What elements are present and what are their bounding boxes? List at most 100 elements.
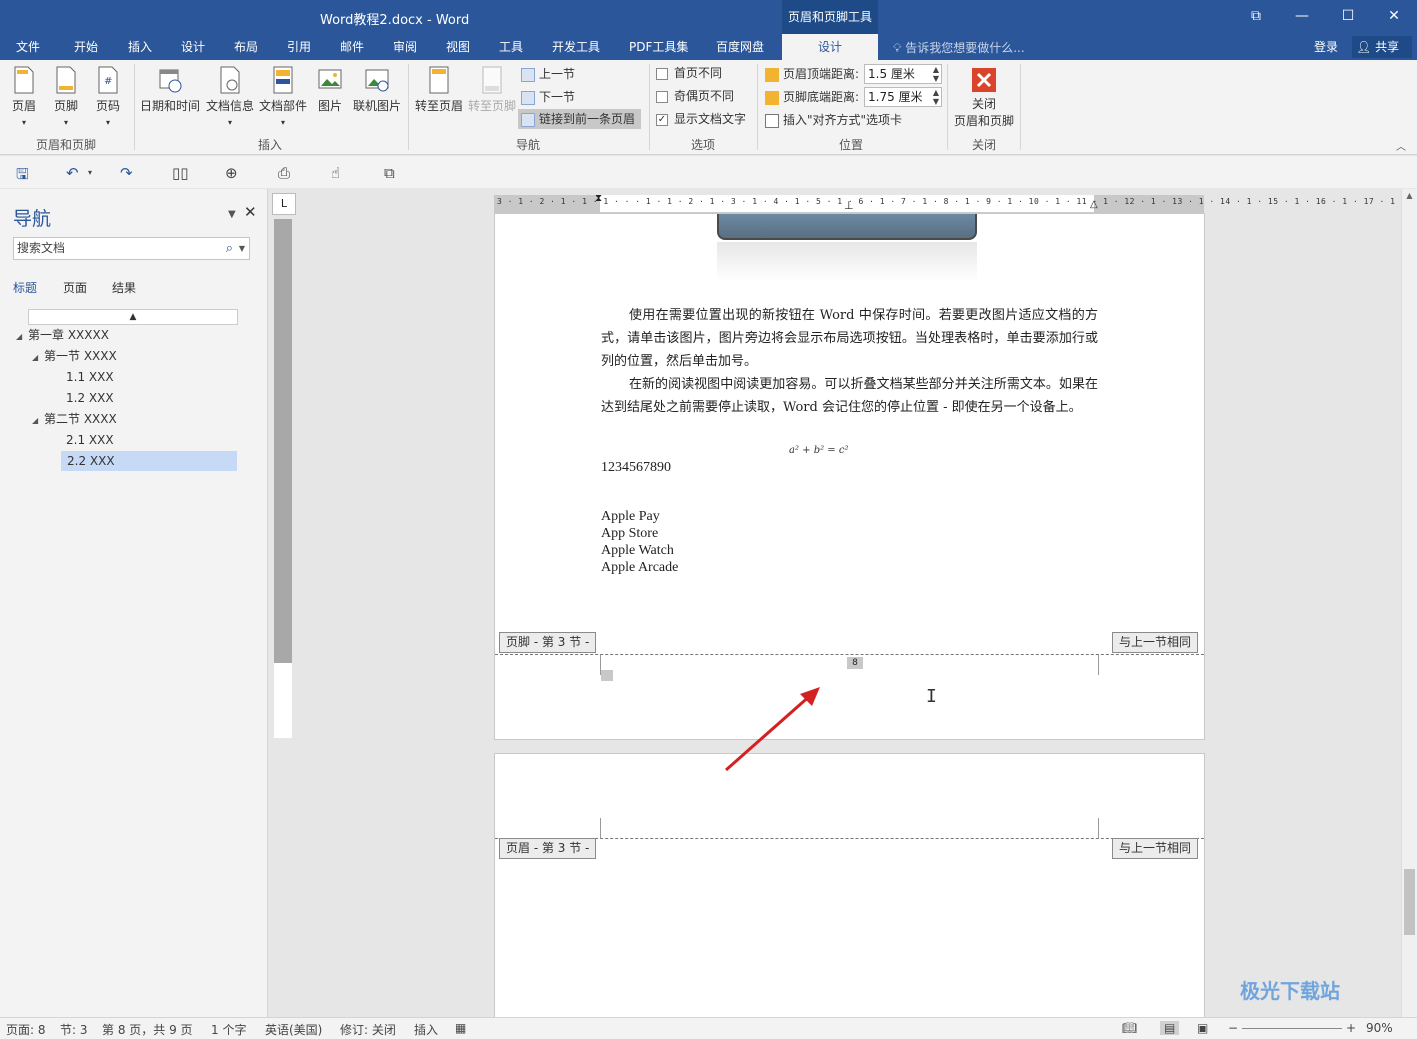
status-section[interactable]: 节: 3 <box>60 1021 88 1038</box>
tree-item-2-2[interactable]: 2.2 XXX <box>61 451 237 471</box>
tab-mailings[interactable]: 邮件 <box>340 38 364 55</box>
close-window-icon[interactable]: ✕ <box>1371 0 1417 34</box>
prev-section-button[interactable]: 上一节 <box>521 64 575 84</box>
save-icon[interactable]: 🖫︎ <box>16 164 29 189</box>
show-doc-text-checkbox[interactable]: ✓ 显示文档文字 <box>656 109 746 129</box>
web-icon[interactable]: ⊕ <box>225 164 238 182</box>
redo-icon[interactable]: ↷ <box>120 164 133 182</box>
next-section-button[interactable]: 下一节 <box>521 87 575 107</box>
zoom-out-icon[interactable]: − <box>1228 1021 1238 1035</box>
undo-icon[interactable]: ↶ <box>66 164 79 182</box>
docparts-button[interactable]: 文档部件 ▾ <box>258 66 308 128</box>
read-mode-icon[interactable]: ▯▯ <box>172 164 189 182</box>
print-layout-view-icon[interactable]: ▤ <box>1160 1021 1180 1035</box>
link-previous-button[interactable]: 链接到前一条页眉 <box>518 109 642 129</box>
nav-search-input[interactable]: 搜索文档 ⌕ ▼ <box>13 237 250 260</box>
tab-insert[interactable]: 插入 <box>128 38 152 55</box>
document-page[interactable]: 页眉 - 第 3 节 - 与上一节相同 <box>494 753 1205 1017</box>
touch-mode-icon[interactable]: ☝ <box>331 164 340 182</box>
web-layout-view-icon[interactable]: ▣ <box>1197 1021 1208 1035</box>
expand-triangle-icon[interactable]: ◢ <box>32 411 44 431</box>
tree-item-section-2[interactable]: ◢ 第二节 XXXX <box>32 409 117 429</box>
center-tab-icon[interactable]: ⊥ <box>844 199 854 212</box>
nav-options-dropdown-icon[interactable]: ▼ <box>228 209 236 220</box>
print-preview-icon[interactable]: ⎙ <box>278 164 290 182</box>
expand-triangle-icon[interactable]: ◢ <box>32 348 44 368</box>
maximize-icon[interactable]: ☐ <box>1325 0 1371 34</box>
tab-design[interactable]: 设计 <box>181 38 205 55</box>
status-language[interactable]: 英语(美国) <box>265 1021 322 1038</box>
document-page[interactable]: 使用在需要位置出现的新按钮在 Word 中保存时间。若要更改图片适应文档的方式，… <box>494 213 1205 740</box>
expand-triangle-icon[interactable]: ◢ <box>16 327 28 347</box>
diff-odd-even-checkbox[interactable]: 奇偶页不同 <box>656 86 734 106</box>
page-number-button[interactable]: # 页码 ▾ <box>92 66 124 128</box>
tab-tools[interactable]: 工具 <box>499 38 523 55</box>
nav-tab-headings[interactable]: 标题 <box>13 279 37 296</box>
share-button[interactable]: 👤︎ 共享 <box>1352 36 1412 58</box>
share-label: 共享 <box>1375 40 1400 54</box>
online-picture-button[interactable]: 联机图片 <box>352 66 402 114</box>
diff-first-page-checkbox[interactable]: 首页不同 <box>656 63 722 83</box>
ribbon-display-options-icon[interactable]: ⧉ <box>1233 0 1279 34</box>
footer-page-number[interactable]: 8 <box>847 657 863 669</box>
tree-item-1-1[interactable]: 1.1 XXX <box>66 367 114 387</box>
tree-item-2-1[interactable]: 2.1 XXX <box>66 430 114 450</box>
footer-bottom-distance-input[interactable]: 1.75 厘米 ▲ ▼ <box>864 87 942 107</box>
tab-references[interactable]: 引用 <box>287 38 311 55</box>
goto-header-button[interactable]: 转至页眉 <box>414 66 464 114</box>
tab-hf-design[interactable]: 设计 <box>782 34 878 60</box>
scroll-thumb[interactable] <box>1404 869 1415 935</box>
tab-review[interactable]: 审阅 <box>393 38 417 55</box>
scroll-up-icon[interactable]: ▲ <box>1402 191 1417 205</box>
right-indent-icon[interactable]: △ <box>1090 199 1098 210</box>
tab-file[interactable]: 文件 <box>16 38 40 55</box>
tab-developer[interactable]: 开发工具 <box>552 38 600 55</box>
tree-item-1-2[interactable]: 1.2 XXX <box>66 388 114 408</box>
search-icon[interactable]: ⌕ <box>226 238 233 259</box>
login-link[interactable]: 登录 <box>1314 38 1338 55</box>
indent-marker-icon[interactable]: ⧗ <box>595 193 602 204</box>
collapse-all-bar[interactable]: ▲ <box>28 309 238 325</box>
datetime-button[interactable]: 日期和时间 <box>138 66 202 114</box>
insert-align-tab-button[interactable]: 插入"对齐方式"选项卡 <box>765 110 902 130</box>
zoom-slider[interactable] <box>1242 1028 1342 1029</box>
footer-button[interactable]: 页脚 ▾ <box>50 66 82 128</box>
nav-tab-results[interactable]: 结果 <box>112 279 136 296</box>
goto-footer-button[interactable]: 转至页脚 <box>467 66 517 114</box>
tab-view[interactable]: 视图 <box>446 38 470 55</box>
header-button[interactable]: 页眉 ▾ <box>8 66 40 128</box>
status-word-count[interactable]: 1 个字 <box>211 1021 246 1038</box>
header-top-distance-input[interactable]: 1.5 厘米 ▲ ▼ <box>864 64 942 84</box>
vertical-ruler[interactable] <box>274 219 292 738</box>
collapse-ribbon-icon[interactable]: ︿ <box>1396 138 1406 153</box>
spinner-arrows-icon[interactable]: ▲ ▼ <box>933 88 939 106</box>
tab-layout[interactable]: 布局 <box>234 38 258 55</box>
undo-dropdown-icon[interactable]: ▾ <box>88 168 92 177</box>
read-mode-view-icon[interactable]: 📖︎ <box>1122 1021 1137 1035</box>
docinfo-button[interactable]: 文档信息 ▾ <box>204 66 256 128</box>
minimize-icon[interactable]: — <box>1279 0 1325 34</box>
tree-item-section-1[interactable]: ◢ 第一节 XXXX <box>32 346 117 366</box>
tab-home[interactable]: 开始 <box>74 38 98 55</box>
search-dropdown-icon[interactable]: ▼ <box>239 238 245 259</box>
group-separator <box>947 64 948 150</box>
tab-pdf-tools[interactable]: PDF工具集 <box>629 38 688 55</box>
horizontal-ruler[interactable]: 3 · 1 · 2 · 1 · 1 · 1 · · · 1 · 1 · 2 · … <box>494 193 1395 213</box>
picture-button[interactable]: 图片 <box>312 66 348 114</box>
vertical-scrollbar[interactable]: ▲ <box>1401 189 1417 1017</box>
status-page[interactable]: 页面: 8 <box>6 1021 46 1038</box>
status-page-of[interactable]: 第 8 页，共 9 页 <box>102 1021 193 1038</box>
tell-me-box[interactable]: 💡︎ 告诉我您想要做什么... <box>893 39 1025 56</box>
status-insert-mode[interactable]: 插入 <box>414 1021 438 1038</box>
tree-item-chapter-1[interactable]: ◢ 第一章 XXXXX <box>16 325 109 345</box>
spinner-arrows-icon[interactable]: ▲ ▼ <box>933 65 939 83</box>
macro-record-icon[interactable]: ▦ <box>455 1021 466 1035</box>
nav-tab-pages[interactable]: 页面 <box>63 279 87 296</box>
tab-baidu-netdisk[interactable]: 百度网盘 <box>716 38 764 55</box>
close-header-footer-button[interactable]: 关闭 页眉和页脚 <box>952 68 1016 129</box>
customize-icon[interactable]: ⧉ <box>384 164 395 182</box>
status-track-changes[interactable]: 修订: 关闭 <box>340 1021 396 1038</box>
document-image[interactable] <box>717 214 977 240</box>
nav-close-icon[interactable]: ✕ <box>244 203 257 221</box>
tab-selector[interactable]: L <box>272 193 296 215</box>
